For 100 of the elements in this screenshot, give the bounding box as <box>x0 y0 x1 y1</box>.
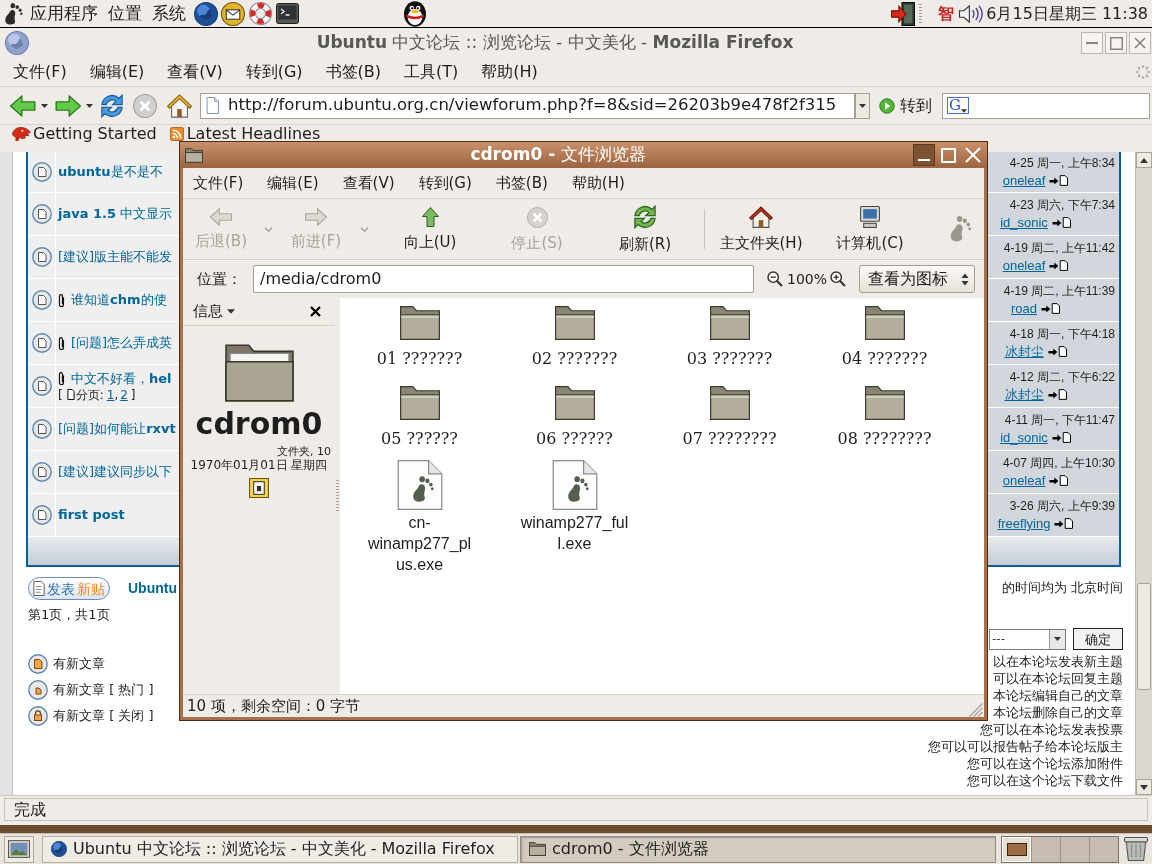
menu-item[interactable]: 帮助(H) <box>481 60 538 84</box>
taskbar-button[interactable]: cdrom0 - 文件浏览器 <box>520 835 996 863</box>
last-post-arrow-icon[interactable] <box>1049 475 1069 486</box>
footprint-document-icon[interactable] <box>396 460 443 510</box>
menu-item[interactable]: 编辑(E) <box>267 171 319 195</box>
topic-link[interactable]: 中文不好看，hel <box>71 370 172 387</box>
last-post-arrow-icon[interactable] <box>1049 175 1069 186</box>
envelope-icon[interactable] <box>221 1 245 26</box>
maximize-button[interactable] <box>1105 32 1127 54</box>
menu-item[interactable]: 文件(F) <box>193 171 244 195</box>
breadcrumb-link[interactable]: Ubuntu <box>128 578 177 599</box>
home-button[interactable]: 主文件夹(H) <box>709 199 813 259</box>
globe-icon[interactable] <box>194 1 218 26</box>
terminal-icon[interactable] <box>276 3 299 24</box>
user-link[interactable]: oneleaf <box>1002 473 1046 488</box>
file-name-label[interactable]: 07 ???????? <box>682 430 777 448</box>
user-link[interactable]: 冰封尘 <box>1004 387 1044 402</box>
resize-grip-icon[interactable] <box>969 703 983 717</box>
file-name-label[interactable]: 03 ??????? <box>686 350 773 368</box>
scrollbar-track[interactable] <box>1135 152 1152 795</box>
topic-link[interactable]: 谁知道chm的使 <box>71 292 167 308</box>
penguin-icon[interactable] <box>404 0 426 27</box>
folder-icon[interactable] <box>864 386 905 420</box>
reload-button[interactable]: 刷新(R) <box>590 199 700 259</box>
last-post-arrow-icon[interactable] <box>1051 217 1071 228</box>
last-post-arrow-icon[interactable] <box>1049 260 1069 271</box>
last-post-arrow-icon[interactable] <box>1047 389 1067 400</box>
file-name-label[interactable]: 02 ??????? <box>531 350 618 368</box>
last-post-arrow-icon[interactable] <box>1051 432 1071 443</box>
close-icon[interactable] <box>310 306 321 317</box>
user-link[interactable]: id_sonic <box>1000 215 1048 230</box>
home-icon[interactable] <box>167 93 192 118</box>
folder-icon[interactable] <box>399 306 440 340</box>
trash-can-icon[interactable] <box>1124 837 1148 861</box>
confirm-button[interactable]: 确定 <box>1073 628 1123 650</box>
menu-item[interactable]: 转到(G) <box>245 60 303 84</box>
url-dropdown-button[interactable] <box>855 92 870 119</box>
page-link[interactable]: 2 <box>120 387 128 402</box>
user-link[interactable]: freeflying <box>997 516 1051 531</box>
view-mode-combo[interactable]: 查看为图标 <box>859 265 976 293</box>
menu-item[interactable]: 文件(F) <box>13 60 67 84</box>
dropdown-caret-icon[interactable] <box>86 103 93 108</box>
back-icon[interactable] <box>10 94 36 117</box>
file-name-label[interactable]: 06 ?????? <box>536 430 613 448</box>
topic-link[interactable]: first post <box>58 507 125 523</box>
scrollbar-thumb[interactable] <box>1137 583 1151 690</box>
close-button[interactable] <box>1129 32 1151 54</box>
menu-item[interactable]: 查看(V) <box>342 171 395 195</box>
panel-menu[interactable]: 应用程序 <box>30 0 98 27</box>
footprint-document-icon[interactable] <box>551 460 598 510</box>
gnome-foot-icon[interactable] <box>4 2 24 25</box>
splitter-grip-icon[interactable] <box>336 479 339 513</box>
dropdown-caret-icon[interactable] <box>41 103 48 108</box>
user-link[interactable]: oneleaf <box>1002 173 1046 188</box>
folder-icon[interactable] <box>709 386 750 420</box>
pane-selector[interactable]: 信息 <box>193 300 235 323</box>
forum-jump-select[interactable]: --- <box>989 628 1066 650</box>
bookmark-item[interactable]: Getting Started <box>12 127 157 141</box>
last-post-arrow-icon[interactable] <box>1054 518 1074 529</box>
menu-item[interactable]: 转到(G) <box>418 171 472 195</box>
location-field[interactable]: /media/cdrom0 <box>253 265 754 293</box>
topic-link[interactable]: [问题]如何能让rxvt <box>58 421 176 437</box>
last-post-arrow-icon[interactable] <box>1047 346 1067 357</box>
new-topic-button[interactable]: 发表 新贴 <box>28 577 110 600</box>
menu-item[interactable]: 工具(T) <box>404 60 459 84</box>
scroll-down-button[interactable] <box>1136 779 1152 795</box>
topic-link[interactable]: [问题]怎么弄成英 <box>71 335 173 351</box>
zoom-out-icon[interactable] <box>767 271 783 287</box>
topic-link[interactable]: [建议]建议同步以下 <box>58 464 173 480</box>
search-field[interactable]: G <box>942 92 1150 119</box>
input-method-indicator[interactable]: 智 <box>938 1 955 26</box>
show-desktop-button[interactable] <box>4 835 34 863</box>
zoom-in-icon[interactable] <box>830 271 847 287</box>
menu-item[interactable]: 查看(V) <box>167 60 223 84</box>
file-name-label[interactable]: winamp277_full.exe <box>520 512 629 554</box>
volume-icon[interactable] <box>959 4 984 23</box>
folder-icon[interactable] <box>864 306 905 340</box>
go-button[interactable]: 转到 <box>879 93 932 118</box>
minimize-button[interactable] <box>913 144 935 166</box>
menu-item[interactable]: 书签(B) <box>495 171 548 195</box>
topic-link[interactable]: [建议]版主能不能发 <box>58 249 173 265</box>
topic-link[interactable]: ubuntu是不是不 <box>58 164 163 180</box>
folder-icon[interactable] <box>709 306 750 340</box>
folder-icon[interactable] <box>554 386 595 420</box>
bookmark-item[interactable]: Latest Headlines <box>169 127 321 141</box>
up-button[interactable]: 向上(U) <box>376 199 484 259</box>
topic-link[interactable]: java 1.5 中文显示 <box>58 206 173 222</box>
menu-item[interactable]: 帮助(H) <box>571 171 625 195</box>
file-name-label[interactable]: 08 ???????? <box>837 430 932 448</box>
computer-button[interactable]: 计算机(C) <box>820 199 920 259</box>
folder-icon[interactable] <box>399 386 440 420</box>
panel-menu[interactable]: 位置 <box>108 0 142 27</box>
reload-icon[interactable] <box>100 93 124 118</box>
panel-menu[interactable]: 系统 <box>152 0 186 27</box>
file-name-label[interactable]: 05 ?????? <box>381 430 458 448</box>
exit-door-icon[interactable] <box>891 1 916 26</box>
user-link[interactable]: 冰封尘 <box>1004 344 1044 359</box>
user-link[interactable]: oneleaf <box>1002 258 1046 273</box>
user-link[interactable]: road <box>1011 301 1037 316</box>
menu-item[interactable]: 编辑(E) <box>89 60 145 84</box>
